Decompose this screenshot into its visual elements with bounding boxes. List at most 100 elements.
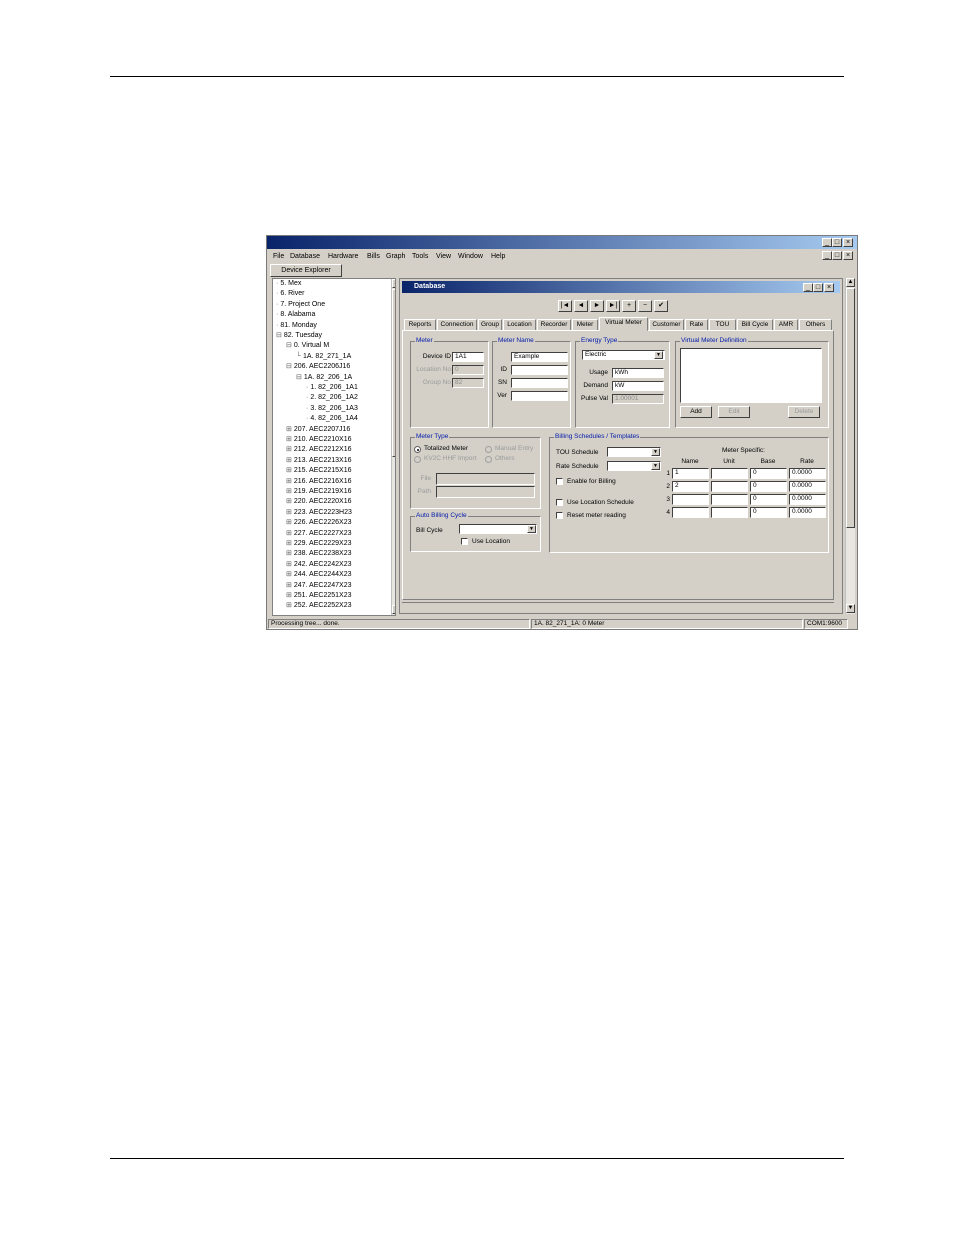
chevron-down-icon[interactable]: ▼ xyxy=(654,351,663,359)
tree-item[interactable]: · 5. Mex xyxy=(276,279,301,288)
billing-rate-field[interactable]: 0.0000 xyxy=(789,507,826,518)
id-field[interactable] xyxy=(511,365,568,375)
definition-list[interactable] xyxy=(680,348,822,403)
post-record-button[interactable]: ✔ xyxy=(654,300,668,312)
main-scroll-up-icon[interactable]: ▲ xyxy=(846,278,855,287)
expand-icon[interactable]: ⊞ xyxy=(286,602,292,609)
tree-scrollbar[interactable]: ▲ ▼ xyxy=(391,279,395,615)
tree-item[interactable]: ⊞ 213. AEC2213X16 xyxy=(286,456,351,465)
totalized-meter-radio[interactable] xyxy=(414,446,421,453)
device-explorer-button[interactable]: Device Explorer xyxy=(270,264,342,277)
expand-icon[interactable]: ⊞ xyxy=(286,446,292,453)
close-icon[interactable]: × xyxy=(843,238,853,247)
billing-rate-field[interactable]: 0.0000 xyxy=(789,468,826,479)
menu-view[interactable]: View xyxy=(436,252,451,261)
reset-meter-reading-checkbox[interactable] xyxy=(556,512,563,519)
menu-bills[interactable]: Bills xyxy=(367,252,380,261)
tree-item[interactable]: ⊟ 1A. 82_206_1A xyxy=(296,373,352,382)
db-minimize-icon[interactable]: _ xyxy=(803,283,813,292)
expand-icon[interactable]: ⊞ xyxy=(286,478,292,485)
tree-item[interactable]: ⊞ 216. AEC2216X16 xyxy=(286,477,351,486)
tree-item[interactable]: · 2. 82_206_1A2 xyxy=(306,393,358,402)
collapse-icon[interactable]: ⊟ xyxy=(286,363,292,370)
billing-rate-field[interactable]: 0.0000 xyxy=(789,494,826,505)
tree-item[interactable]: ⊞ 252. AEC2252X23 xyxy=(286,601,351,610)
expand-icon[interactable]: ⊞ xyxy=(286,540,292,547)
enable-billing-checkbox[interactable] xyxy=(556,478,563,485)
tree-item[interactable]: ⊞ 215. AEC2215X16 xyxy=(286,466,351,475)
tree-item[interactable]: ⊞ 244. AEC2244X23 xyxy=(286,570,351,579)
menu-database[interactable]: Database xyxy=(290,252,320,261)
db-close-icon[interactable]: × xyxy=(824,283,834,292)
billing-base-field[interactable]: 0 xyxy=(750,481,787,492)
expand-icon[interactable]: ⊞ xyxy=(286,426,292,433)
tree-item[interactable]: ⊞ 238. AEC2238X23 xyxy=(286,549,351,558)
billing-name-field[interactable]: 1 xyxy=(672,468,709,479)
billing-name-field[interactable] xyxy=(672,494,709,505)
billing-name-field[interactable] xyxy=(672,507,709,518)
last-record-button[interactable]: ►| xyxy=(606,300,620,312)
tree-item[interactable]: · 81. Monday xyxy=(276,321,317,330)
collapse-icon[interactable]: ⊟ xyxy=(286,342,292,349)
tree-item[interactable]: ⊟ 206. AEC2206J16 xyxy=(286,362,350,371)
tree-item[interactable]: └ 1A. 82_271_1A xyxy=(296,352,351,361)
expand-icon[interactable]: ⊞ xyxy=(286,467,292,474)
energy-type-select[interactable]: Electric xyxy=(582,350,665,360)
maximize-icon[interactable]: □ xyxy=(832,238,842,247)
mdi-minimize-icon[interactable]: _ xyxy=(822,251,832,260)
add-button[interactable]: Add xyxy=(680,406,712,418)
tree-item[interactable]: · 1. 82_206_1A1 xyxy=(306,383,358,392)
tree-item[interactable]: ⊞ 229. AEC2229X23 xyxy=(286,539,351,548)
scroll-down-icon[interactable]: ▼ xyxy=(392,605,395,614)
menu-window[interactable]: Window xyxy=(458,252,483,261)
tree-item[interactable]: ⊞ 223. AEC2223H23 xyxy=(286,508,352,517)
billing-unit-field[interactable] xyxy=(711,468,748,479)
expand-icon[interactable]: ⊞ xyxy=(286,519,292,526)
chevron-down-icon[interactable]: ▼ xyxy=(527,525,536,533)
demand-field[interactable]: kW xyxy=(612,381,664,391)
expand-icon[interactable]: ⊞ xyxy=(286,457,292,464)
scroll-thumb[interactable] xyxy=(392,289,395,457)
bill-cycle-select[interactable] xyxy=(459,524,537,534)
tree-item[interactable]: ⊞ 207. AEC2207J16 xyxy=(286,425,350,434)
tree-item[interactable]: · 3. 82_206_1A3 xyxy=(306,404,358,413)
tree-item[interactable]: · 8. Alabama xyxy=(276,310,315,319)
first-record-button[interactable]: |◄ xyxy=(558,300,572,312)
next-record-button[interactable]: ► xyxy=(590,300,604,312)
main-scrollbar[interactable]: ▲ ▼ xyxy=(845,278,855,614)
expand-icon[interactable]: ⊞ xyxy=(286,561,292,568)
add-record-button[interactable]: + xyxy=(622,300,636,312)
usage-field[interactable]: kWh xyxy=(612,368,664,378)
expand-icon[interactable]: ⊞ xyxy=(286,550,292,557)
tree-item[interactable]: ⊞ 212. AEC2212X16 xyxy=(286,445,351,454)
expand-icon[interactable]: ⊞ xyxy=(286,509,292,516)
expand-icon[interactable]: ⊞ xyxy=(286,488,292,495)
tree-item[interactable]: ⊟ 0. Virtual M xyxy=(286,341,329,350)
tree-item[interactable]: ⊞ 227. AEC2227X23 xyxy=(286,529,351,538)
collapse-icon[interactable]: ⊟ xyxy=(296,374,302,381)
sn-field[interactable] xyxy=(511,378,568,388)
billing-name-field[interactable]: 2 xyxy=(672,481,709,492)
chevron-down-icon[interactable]: ▼ xyxy=(651,462,660,470)
ver-field[interactable] xyxy=(511,391,568,401)
use-location-checkbox[interactable] xyxy=(461,538,468,545)
scroll-up-icon[interactable]: ▲ xyxy=(392,279,395,288)
mdi-close-icon[interactable]: × xyxy=(843,251,853,260)
expand-icon[interactable]: ⊞ xyxy=(286,582,292,589)
billing-base-field[interactable]: 0 xyxy=(750,494,787,505)
tree-item[interactable]: ⊟ 82. Tuesday xyxy=(276,331,322,340)
expand-icon[interactable]: ⊞ xyxy=(286,530,292,537)
tab-virtual-meter[interactable]: Virtual Meter xyxy=(599,317,648,331)
menu-file[interactable]: File xyxy=(273,252,284,261)
expand-icon[interactable]: ⊞ xyxy=(286,571,292,578)
menu-hardware[interactable]: Hardware xyxy=(328,252,358,261)
tree-item[interactable]: ⊞ 226. AEC2226X23 xyxy=(286,518,351,527)
meter-name-field[interactable]: Example xyxy=(511,352,568,362)
menu-graph[interactable]: Graph xyxy=(386,252,405,261)
device-id-field[interactable]: 1A1 xyxy=(452,352,484,362)
mdi-maximize-icon[interactable]: □ xyxy=(832,251,842,260)
expand-icon[interactable]: ⊞ xyxy=(286,436,292,443)
main-scroll-thumb[interactable] xyxy=(846,288,855,528)
billing-base-field[interactable]: 0 xyxy=(750,507,787,518)
collapse-icon[interactable]: ⊟ xyxy=(276,332,282,339)
